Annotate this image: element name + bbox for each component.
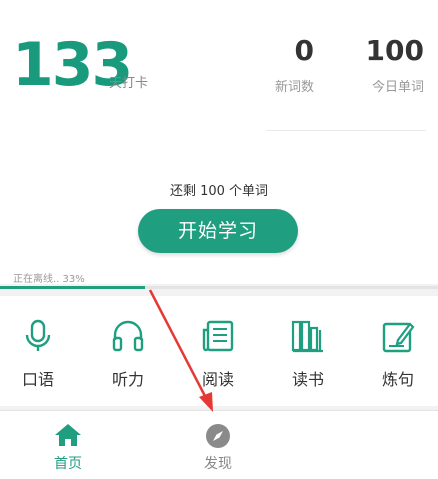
study-card: 133 天打卡 0 新词数 100 今日单词 还剩 100 个单词 开始学习 正… [0, 0, 438, 289]
newspaper-icon [202, 320, 234, 352]
tool-books-label: 读书 [291, 370, 324, 389]
remaining-words-text: 还剩 100 个单词 [169, 184, 269, 199]
headphones-icon [112, 320, 144, 352]
today-words-label: 今日单词 [371, 80, 424, 95]
nav-home-label: 首页 [54, 456, 82, 472]
microphone-icon [25, 319, 51, 351]
tools-row: 口语 听力 阅读 读书 炼句 [0, 296, 438, 406]
start-learning-button[interactable]: 开始学习 [138, 209, 298, 253]
nav-discover-label: 发现 [204, 456, 232, 472]
tool-listening[interactable]: 听力 [98, 296, 158, 406]
tool-speaking[interactable]: 口语 [8, 296, 68, 406]
tool-reading[interactable]: 阅读 [188, 296, 248, 406]
nav-discover[interactable]: 发现 [178, 411, 258, 479]
offline-status-text: 正在离线.. 33% [13, 274, 85, 285]
offline-progress-bar [0, 286, 438, 289]
new-words-label: 新词数 [274, 80, 314, 95]
checkin-days-label: 天打卡 [109, 76, 149, 91]
tool-listening-label: 听力 [111, 370, 144, 389]
offline-progress-fill [0, 286, 145, 289]
home-icon [55, 424, 81, 446]
tool-sentences-label: 炼句 [381, 370, 414, 389]
compass-icon [206, 424, 230, 448]
tool-sentences[interactable]: 炼句 [368, 296, 428, 406]
bottom-nav: 首页 发现 [0, 410, 438, 479]
stats-divider [266, 130, 426, 131]
new-words-value: 0 [294, 34, 314, 67]
tool-speaking-label: 口语 [21, 370, 54, 389]
tool-books[interactable]: 读书 [278, 296, 338, 406]
nav-home[interactable]: 首页 [28, 411, 108, 479]
books-icon [291, 320, 323, 353]
tool-reading-label: 阅读 [201, 370, 234, 389]
today-words-value: 100 [365, 34, 424, 67]
edit-note-icon [382, 322, 415, 353]
